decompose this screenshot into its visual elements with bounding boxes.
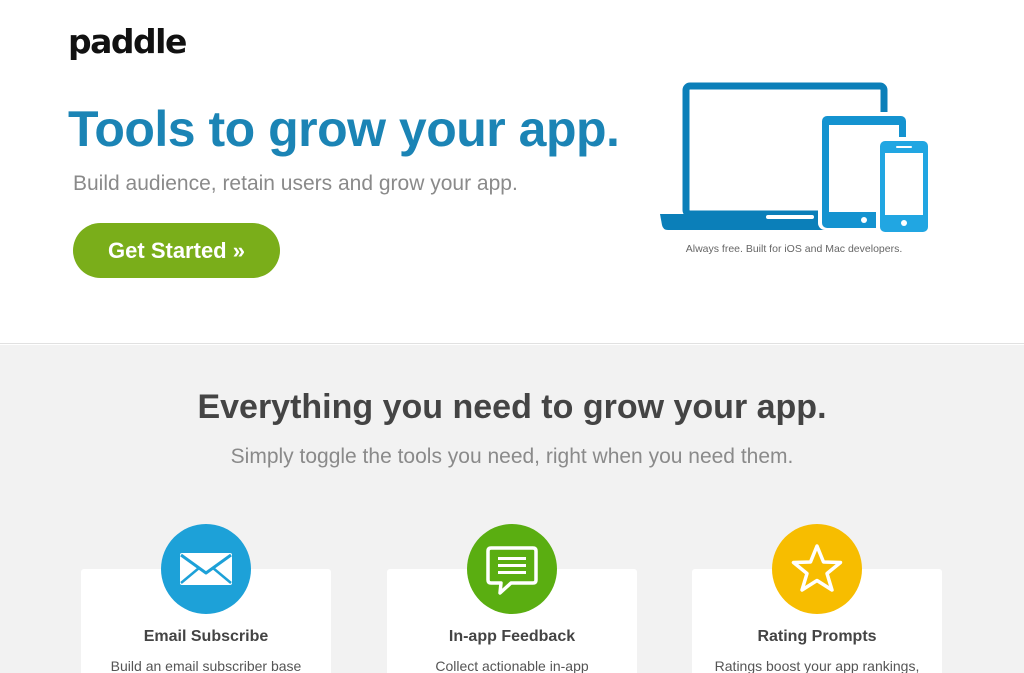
get-started-button[interactable]: Get Started » (73, 223, 280, 278)
features-section: Everything you need to grow your app. Si… (0, 345, 1024, 673)
devices-caption: Always free. Built for iOS and Mac devel… (685, 243, 903, 255)
laptop-tablet-phone-icon (660, 82, 932, 234)
paddle-logo[interactable]: paddle (68, 22, 187, 61)
feature-card-title: Email Subscribe (143, 628, 269, 645)
hero-subtitle: Build audience, retain users and grow yo… (73, 172, 518, 195)
hero-section: paddle Tools to grow your app. Build aud… (0, 0, 1024, 344)
features-title: Everything you need to grow your app. (197, 388, 827, 426)
feature-card-title: Rating Prompts (757, 628, 877, 645)
chat-bubble-icon (467, 524, 557, 614)
hero-title: Tools to grow your app. (68, 101, 620, 157)
feature-card-description: Collect actionable in-app (435, 658, 589, 673)
star-icon (772, 524, 862, 614)
envelope-icon (161, 524, 251, 614)
features-subtitle: Simply toggle the tools you need, right … (230, 445, 794, 468)
feature-card-description: Ratings boost your app rankings, (714, 658, 920, 673)
feature-card-description: Build an email subscriber base (110, 658, 302, 673)
feature-card-title: In-app Feedback (448, 628, 576, 645)
